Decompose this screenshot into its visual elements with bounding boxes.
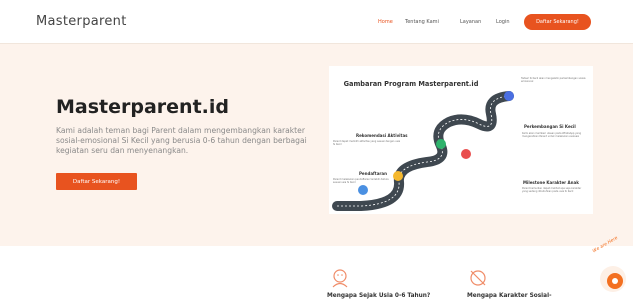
step-02-text: Parent kemudian dapat melihat apa saja k…: [522, 187, 582, 193]
step-02-label: Milestone Karakter Anak: [523, 180, 579, 185]
step-marker-04: [461, 149, 471, 159]
hero-description: Kami adalah teman bagi Parent dalam meng…: [56, 126, 307, 155]
features-section: Mengapa Sejak Usia 0-6 Tahun? Mengapa Ka…: [0, 236, 633, 304]
step-01-label: Pendaftaran: [359, 171, 387, 176]
nav-link-login[interactable]: Login: [496, 19, 510, 25]
navbar: Masterparent Home Tentang Kami Layanan L…: [0, 0, 633, 44]
step-marker-05: [504, 91, 514, 101]
baby-icon: [332, 269, 348, 288]
step-03-label: Rekomendasi Aktivitas: [356, 133, 408, 138]
hero-section: Masterparent.id Kami adalah teman bagi P…: [0, 44, 633, 246]
step-marker-03: [436, 139, 446, 149]
daftar-sekarang-hero-button[interactable]: Daftar Sekarang!: [56, 173, 137, 190]
hero-title: Masterparent.id: [56, 96, 229, 118]
page: Masterparent Home Tentang Kami Layanan L…: [0, 0, 633, 304]
step-01-text: Parent melakukan pendaftaran terlebih da…: [333, 178, 389, 184]
step-marker-02: [393, 171, 403, 181]
character-icon: [470, 270, 486, 286]
nav-link-layanan[interactable]: Layanan: [460, 19, 481, 25]
step-marker-01: [358, 185, 368, 195]
feature-title-usia: Mengapa Sejak Usia 0-6 Tahun?: [327, 293, 431, 299]
site-logo[interactable]: Masterparent: [36, 14, 127, 29]
step-04-label: Perkembangan Si Kecil: [524, 124, 576, 129]
step-04-text: Kami akan memberi ulasan pada WhatsApp y…: [522, 132, 582, 138]
step-03-text: Parent dapat memilih aktivitas yang sesu…: [333, 140, 401, 146]
chat-icon: [612, 278, 618, 284]
daftar-sekarang-nav-button[interactable]: Daftar Sekarang!: [524, 14, 591, 30]
program-infographic: Gambaran Program Masterparent.id Rekomen…: [329, 66, 593, 214]
nav-link-home[interactable]: Home: [378, 19, 393, 25]
feature-title-karakter: Mengapa Karakter Sosial-: [467, 293, 552, 299]
step-05-text: Tadaa! Si Kecil akan mengalami perkemban…: [521, 77, 587, 83]
nav-link-tentang-kami[interactable]: Tentang Kami: [405, 19, 439, 25]
